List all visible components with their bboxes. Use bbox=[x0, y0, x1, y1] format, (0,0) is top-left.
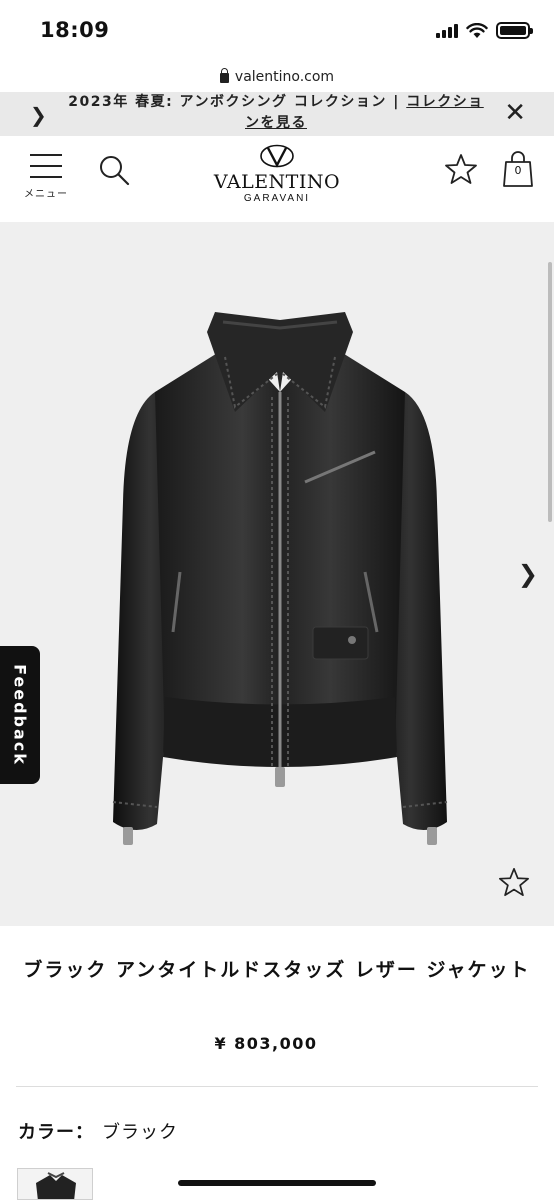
color-row: カラー： ブラック bbox=[18, 1118, 178, 1144]
site-header: メニュー VALENTINO GARAVANI 0 bbox=[0, 136, 554, 222]
color-swatch-black[interactable] bbox=[17, 1168, 93, 1200]
product-image-gallery[interactable]: ❯ bbox=[0, 222, 554, 926]
status-bar: 18:09 bbox=[0, 0, 554, 62]
promo-message: 2023年 春夏: アンボクシング コレクション | bbox=[68, 94, 407, 110]
divider bbox=[16, 1086, 538, 1087]
chevron-right-icon[interactable]: ❯ bbox=[30, 103, 47, 127]
valentino-v-logo-icon bbox=[260, 144, 294, 168]
feedback-label: Feedback bbox=[10, 664, 30, 766]
search-button[interactable] bbox=[98, 154, 132, 188]
status-time: 18:09 bbox=[40, 18, 110, 42]
url-text: valentino.com bbox=[234, 69, 335, 85]
swatch-thumbnail bbox=[36, 1172, 76, 1199]
scrollbar[interactable] bbox=[548, 262, 552, 522]
logo-subtitle: GARAVANI bbox=[243, 193, 311, 204]
product-price: ¥ 803,000 bbox=[214, 1034, 318, 1053]
address-bar[interactable]: valentino.com bbox=[0, 62, 554, 92]
logo-wordmark: VALENTINO bbox=[213, 171, 341, 193]
close-icon[interactable]: ✕ bbox=[504, 100, 526, 126]
next-image-arrow-icon[interactable]: ❯ bbox=[518, 560, 538, 588]
product-title: ブラック アンタイトルドスタッズ レザー ジャケット bbox=[23, 959, 531, 981]
promo-text: 2023年 春夏: アンボクシング コレクション | コレクションを見る bbox=[62, 92, 490, 134]
lock-icon bbox=[219, 68, 229, 83]
color-value: ブラック bbox=[102, 1122, 178, 1143]
star-icon bbox=[445, 154, 477, 184]
cart-count: 0 bbox=[514, 164, 522, 177]
wishlist-button[interactable] bbox=[444, 152, 478, 186]
hamburger-icon bbox=[20, 152, 72, 178]
wifi-icon bbox=[466, 22, 488, 38]
menu-label: メニュー bbox=[24, 189, 68, 200]
promo-banner: ❯ 2023年 春夏: アンボクシング コレクション | コレクションを見る ✕ bbox=[0, 92, 554, 136]
home-indicator bbox=[178, 1180, 376, 1186]
cellular-signal-icon bbox=[436, 23, 458, 38]
shopping-bag-button[interactable]: 0 bbox=[501, 150, 535, 188]
color-label: カラー： bbox=[18, 1122, 94, 1143]
add-to-wishlist-star-icon[interactable] bbox=[498, 866, 530, 898]
product-image-leather-jacket bbox=[112, 312, 448, 845]
menu-button[interactable]: メニュー bbox=[20, 152, 72, 202]
brand-logo[interactable]: VALENTINO GARAVANI bbox=[212, 144, 342, 204]
status-icons bbox=[436, 22, 533, 39]
search-icon bbox=[100, 156, 130, 186]
battery-icon bbox=[496, 22, 533, 39]
feedback-tab[interactable]: Feedback bbox=[0, 646, 40, 784]
